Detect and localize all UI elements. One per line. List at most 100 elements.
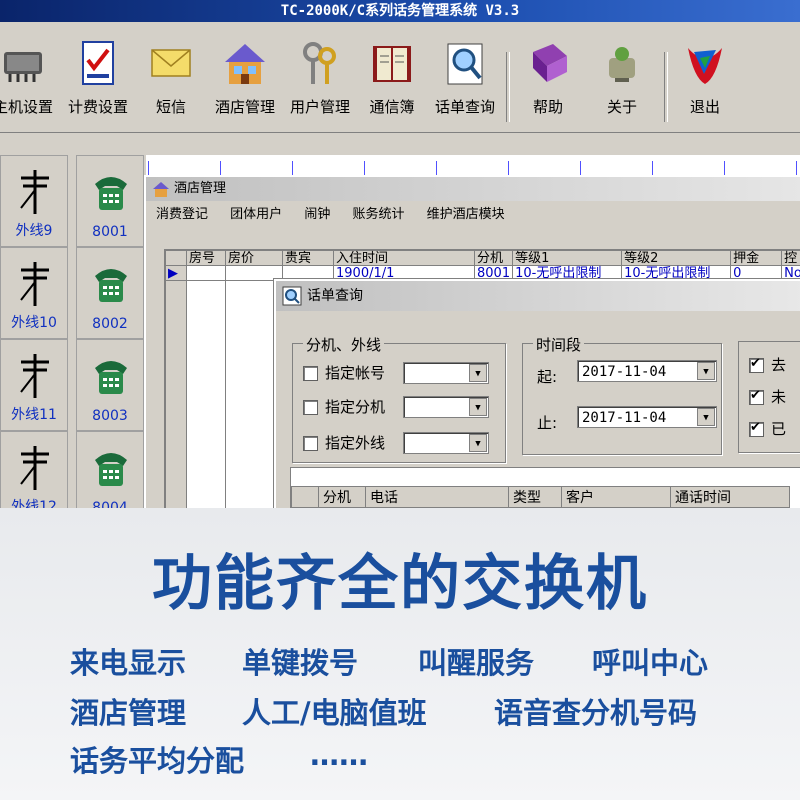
column-header[interactable]: 分机 [473,250,514,266]
column-header[interactable]: 电话 [365,486,509,508]
envelope-icon [146,38,196,90]
ruler-tick [364,161,365,175]
end-date-value: 2017-11-04 [582,410,667,426]
extension-item[interactable]: 8003 [76,339,144,431]
promo-headline: 功能齐全的交换机 [152,549,648,619]
extension-select[interactable]: ▼ [403,396,489,418]
chevron-down-icon[interactable]: ▼ [469,398,487,416]
chevron-down-icon[interactable]: ▼ [697,408,715,426]
hotel-menu-bar: 消费登记 团体用户 闹钟 账务统计 维护酒店模块 [146,203,800,227]
ruler-tick [292,161,293,175]
time-range-group: 时间段 起: 2017-11-04 ▼ 止: 2017-11-04 ▼ [522,334,722,455]
help-button[interactable]: 帮助 [523,28,573,128]
help-book-icon [523,38,573,90]
chevron-down-icon[interactable]: ▼ [469,364,487,382]
trunk-line-item[interactable]: 外线9 [0,155,68,247]
trunk-select[interactable]: ▼ [403,432,489,454]
feature-text: 呼叫中心 [592,646,709,680]
start-date-picker[interactable]: 2017-11-04 ▼ [577,360,717,382]
toolbar-label: 用户管理 [289,98,350,116]
column-header[interactable]: 入住时间 [333,250,475,266]
feature-text: 叫醒服务 [418,646,535,680]
trunk-line-item[interactable]: 外线10 [0,247,68,339]
checkbox-trunk[interactable] [303,436,318,451]
column-header[interactable]: 押金 [730,250,783,266]
group-legend: 分机、外线 [303,334,385,355]
column-header[interactable]: 通话时间 [670,486,790,508]
main-toolbar: 主机设置 计费设置 短信 酒店管理 用户管理 通信簿 话单查询 帮助 关于 退出 [0,22,800,133]
user-management-button[interactable]: 用户管理 [285,28,355,128]
chevron-down-icon[interactable]: ▼ [697,362,715,380]
call-record-query-button[interactable]: 话单查询 [432,28,498,128]
menu-group-users[interactable]: 团体用户 [230,207,282,222]
trunk-line-panel: 外线9 外线10 外线11 外线12 [0,155,68,523]
start-label: 起: [537,368,558,386]
trunk-line-label: 外线10 [11,315,57,331]
extension-trunk-group: 分机、外线 指定帐号 ▼ 指定分机 ▼ 指定外线 ▼ [292,334,506,463]
magnifier-icon [440,38,490,90]
ruler-tick [796,161,797,175]
ruler-tick [580,161,581,175]
group-legend: 时间段 [533,334,585,355]
house-icon [220,38,270,90]
row-pointer-icon: ▶ [165,265,187,281]
hotel-window-title-bar: 酒店管理 [146,177,800,201]
hotel-app-icon [152,181,170,197]
hotel-management-button[interactable]: 酒店管理 [210,28,280,128]
chevron-down-icon[interactable]: ▼ [469,434,487,452]
toolbar-label: 主机设置 [0,98,53,116]
column-header[interactable]: 类型 [508,486,562,508]
account-select[interactable]: ▼ [403,362,489,384]
call-type-group: 去 未 已 [738,341,800,453]
checkbox-outgoing[interactable] [749,356,764,373]
telephone-icon [91,444,131,490]
toolbar-label: 退出 [689,98,720,116]
window-title: TC-2000K/C系列话务管理系统 V3.3 [280,3,520,19]
about-button[interactable]: 关于 [597,28,647,128]
extension-panel: 8001 8002 8003 8004 [76,155,144,523]
telephone-icon [91,352,131,398]
menu-maintain-hotel-module[interactable]: 维护酒店模块 [427,207,505,222]
telephone-pole-icon [15,352,55,398]
feature-text: …… [310,738,368,772]
trunk-line-item[interactable]: 外线11 [0,339,68,431]
checkbox-label: 未 [771,388,787,406]
checkbox-answered[interactable] [749,420,764,437]
column-header[interactable]: 贵宾 [282,250,334,266]
sms-button[interactable]: 短信 [145,28,197,128]
address-book-button[interactable]: 通信簿 [364,28,420,128]
ruler-tick [508,161,509,175]
toolbar-label: 酒店管理 [214,98,275,116]
window-title-bar: TC-2000K/C系列话务管理系统 V3.3 [0,0,800,22]
column-header[interactable]: 客户 [561,486,671,508]
column-header[interactable]: 分机 [318,486,366,508]
query-window-title: 话单查询 [307,288,363,304]
checkbox-unanswered[interactable] [749,388,764,405]
query-window-title-bar: 话单查询 [276,281,800,311]
telephone-icon [91,168,131,214]
toolbar-label: 计费设置 [67,98,128,116]
checkbox-extension[interactable] [303,400,318,415]
address-book-icon [367,38,417,90]
menu-consumption-register[interactable]: 消费登记 [156,207,208,222]
column-header[interactable]: 控 [781,250,800,266]
toolbar-separator [506,52,510,122]
trunk-line-label: 外线9 [15,223,53,239]
extension-label: 8003 [92,408,128,424]
billing-settings-button[interactable]: 计费设置 [62,28,134,128]
column-header[interactable]: 等级1 [512,250,623,266]
column-header[interactable]: 房号 [186,250,226,266]
end-date-picker[interactable]: 2017-11-04 ▼ [577,406,717,428]
table-cell [186,265,226,281]
checkbox-account[interactable] [303,366,318,381]
telephone-pole-icon [15,444,55,490]
host-settings-button[interactable]: 主机设置 [0,28,60,128]
menu-account-stats[interactable]: 账务统计 [352,207,404,222]
exit-button[interactable]: 退出 [680,28,730,128]
column-header[interactable]: 等级2 [621,250,732,266]
column-header[interactable]: 房价 [225,250,283,266]
extension-item[interactable]: 8002 [76,247,144,339]
extension-item[interactable]: 8001 [76,155,144,247]
telephone-pole-icon [15,260,55,306]
menu-alarm[interactable]: 闹钟 [304,207,330,222]
